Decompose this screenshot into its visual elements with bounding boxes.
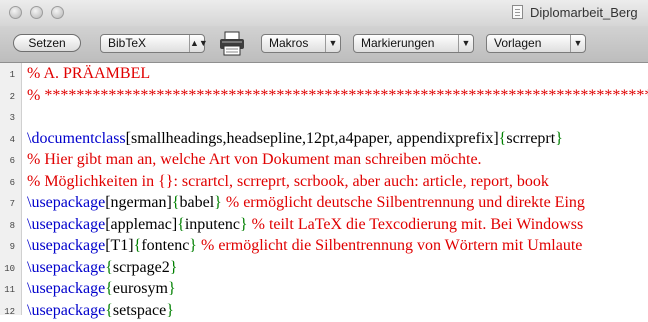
code-text[interactable]: % **************************************… xyxy=(27,86,648,106)
code-token: } xyxy=(239,215,248,233)
line-number: 1 xyxy=(9,70,15,80)
code-token: [ngerman] xyxy=(105,194,172,211)
code-line[interactable]: 2 % *************************************… xyxy=(0,85,648,107)
code-token: } xyxy=(167,280,176,297)
line-number: 7 xyxy=(9,199,15,209)
printer-icon[interactable] xyxy=(218,31,246,57)
code-text[interactable]: \usepackage{setspace} xyxy=(27,301,174,321)
code-token: } xyxy=(166,301,174,319)
code-line[interactable]: 7 \usepackage[ngerman]{babel} % ermöglich… xyxy=(0,192,648,214)
code-token: } xyxy=(555,129,563,147)
code-token: \usepackage xyxy=(27,301,106,319)
window-title: Diplomarbeit_Berg xyxy=(530,5,638,20)
code-token: \usepackage xyxy=(27,194,106,211)
line-number: 9 xyxy=(9,242,15,252)
code-token: { xyxy=(177,215,185,233)
code-text[interactable]: \documentclass[smallheadings,headsepline… xyxy=(27,129,563,149)
zoom-window-button[interactable] xyxy=(51,6,64,19)
code-token: % ermöglicht die Silbentrennung von Wört… xyxy=(196,237,583,254)
code-token: \usepackage xyxy=(27,215,106,233)
markierungen-menu[interactable]: Markierungen ▼ xyxy=(353,34,474,53)
chevron-down-icon: ▼ xyxy=(325,35,340,52)
format-popup-value: BibTeX xyxy=(108,36,147,50)
code-token: scrreprt xyxy=(506,129,556,147)
chevron-down-icon: ▼ xyxy=(570,35,585,52)
code-token: { xyxy=(105,280,113,297)
makros-label: Makros xyxy=(269,36,309,50)
code-text[interactable]: \usepackage[T1]{fontenc} % ermöglicht di… xyxy=(27,236,582,256)
code-token: fontenc xyxy=(141,237,190,254)
code-line[interactable]: 10 \usepackage{scrpage2} xyxy=(0,257,648,279)
code-line[interactable]: 6 % Hier gibt man an, welche Art von Doku… xyxy=(0,149,648,171)
code-token: } xyxy=(214,194,222,211)
code-token: } xyxy=(189,237,197,254)
window-titlebar[interactable]: Diplomarbeit_Berg xyxy=(0,0,648,26)
code-text[interactable]: \usepackage{scrpage2} xyxy=(27,258,177,278)
code-token: { xyxy=(105,258,113,276)
line-number: 4 xyxy=(9,134,15,145)
code-line[interactable]: 8 \usepackage[applemac]{inputenc} % teilt… xyxy=(0,214,648,236)
code-token: % teilt LaTeX die Texcodierung mit. Bei … xyxy=(247,215,584,233)
line-number: 11 xyxy=(4,285,15,295)
code-token: { xyxy=(105,301,113,319)
line-number: 6 xyxy=(9,177,15,188)
line-number: 3 xyxy=(9,113,15,123)
line-number: 6 xyxy=(9,156,15,166)
toolbar: Setzen BibTeX ▲▼ Makros ▼ Markierungen ▼… xyxy=(0,26,648,63)
code-token: } xyxy=(169,258,178,276)
code-token: eurosym xyxy=(112,280,168,297)
format-popup[interactable]: BibTeX ▲▼ xyxy=(100,34,208,53)
code-text[interactable]: % Möglichkeiten in {}: scrartcl, scrrepr… xyxy=(27,172,549,192)
code-line[interactable]: 3 xyxy=(0,106,648,128)
code-line[interactable]: 12 \usepackage{setspace} xyxy=(0,300,648,322)
line-number: 2 xyxy=(9,91,15,102)
source-editor[interactable]: 1 % A. PRÄAMBEL 2 % ***********************… xyxy=(0,63,648,319)
code-token: inputenc xyxy=(184,215,240,233)
code-text[interactable]: \usepackage[applemac]{inputenc} % teilt … xyxy=(27,215,583,235)
code-token: \usepackage xyxy=(27,258,106,276)
code-line[interactable]: 1 % A. PRÄAMBEL xyxy=(0,63,648,85)
minimize-window-button[interactable] xyxy=(30,6,43,19)
typeset-button[interactable]: Setzen xyxy=(13,34,81,52)
code-token: scrpage2 xyxy=(112,258,170,276)
code-line[interactable]: 6 % Möglichkeiten in {}: scrartcl, scrrep… xyxy=(0,171,648,193)
chevron-updown-icon: ▲▼ xyxy=(189,35,208,52)
code-token: [applemac] xyxy=(105,215,178,233)
code-token: % ermöglicht deutsche Silbentrennung und… xyxy=(221,194,585,211)
code-token: % A. PRÄAMBEL xyxy=(27,65,151,82)
code-token: [T1] xyxy=(105,237,134,254)
code-token: { xyxy=(171,194,180,211)
document-icon xyxy=(512,5,523,19)
code-token: [smallheadings,headsepline,12pt,a4paper,… xyxy=(125,129,499,147)
code-line[interactable]: 11 \usepackage{eurosym} xyxy=(0,278,648,300)
line-number: 10 xyxy=(4,263,15,274)
code-text[interactable]: % Hier gibt man an, welche Art von Dokum… xyxy=(27,150,482,170)
vorlagen-menu[interactable]: Vorlagen ▼ xyxy=(486,34,586,53)
vorlagen-label: Vorlagen xyxy=(494,36,542,50)
code-line[interactable]: 4 \documentclass[smallheadings,headseplin… xyxy=(0,128,648,150)
code-token: \documentclass xyxy=(27,129,126,147)
close-window-button[interactable] xyxy=(9,6,22,19)
code-token: % Möglichkeiten in {}: scrartcl, scrrepr… xyxy=(27,172,549,190)
code-token: setspace xyxy=(112,301,167,319)
code-text[interactable]: \usepackage[ngerman]{babel} % ermöglicht… xyxy=(27,193,585,213)
code-text[interactable]: % A. PRÄAMBEL xyxy=(27,64,150,84)
code-text[interactable]: \usepackage{eurosym} xyxy=(27,279,176,299)
line-number: 8 xyxy=(9,220,15,231)
chevron-down-icon: ▼ xyxy=(458,35,473,52)
markierungen-label: Markierungen xyxy=(361,36,435,50)
line-number: 12 xyxy=(4,306,15,317)
code-token: \usepackage xyxy=(27,280,106,297)
code-line[interactable]: 9 \usepackage[T1]{fontenc} % ermöglicht d… xyxy=(0,235,648,257)
code-token: \usepackage xyxy=(27,237,106,254)
makros-menu[interactable]: Makros ▼ xyxy=(261,34,341,53)
code-token: babel xyxy=(179,194,215,211)
code-token: % Hier gibt man an, welche Art von Dokum… xyxy=(27,151,482,168)
code-token: % **************************************… xyxy=(27,86,648,104)
